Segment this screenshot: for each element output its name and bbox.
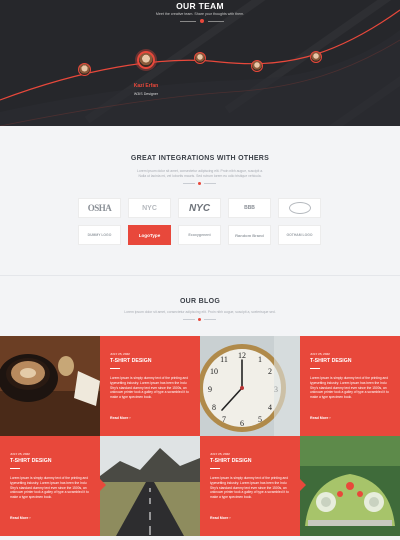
title-underline: [10, 468, 20, 469]
partner-logo-nyc[interactable]: NYC: [178, 198, 221, 218]
post-date: JULY 25, 2022: [110, 352, 130, 356]
arrow-right-icon: ›: [29, 516, 31, 520]
team-section: OUR TEAM Meet the creative team. Share y…: [0, 0, 400, 126]
section-divider: [183, 318, 216, 321]
section-separator: [0, 275, 400, 276]
partner-logo-osha[interactable]: OSHA: [78, 198, 121, 218]
team-subtitle: Meet the creative team. Share your thoug…: [155, 12, 245, 16]
partner-logo-random-brand[interactable]: Random Brand: [228, 225, 271, 245]
team-title: OUR TEAM: [176, 1, 224, 11]
partner-logo-dummy[interactable]: DUMMY LOGO: [78, 225, 121, 245]
partner-logo-seal[interactable]: [278, 198, 321, 218]
read-more-link[interactable]: Read More ›: [210, 516, 231, 520]
blog-image-road[interactable]: [100, 436, 200, 536]
card-pointer: [100, 479, 106, 491]
svg-text:9: 9: [208, 385, 212, 394]
team-member-avatar-active[interactable]: [137, 51, 155, 69]
post-title[interactable]: T-SHIRT DESIGN: [310, 358, 352, 364]
svg-text:4: 4: [268, 403, 272, 412]
seal-icon: [288, 202, 311, 214]
post-title[interactable]: T-SHIRT DESIGN: [210, 458, 252, 464]
title-underline: [310, 368, 320, 369]
post-excerpt: Lorem Ipsum is simply dummy text of the …: [10, 476, 89, 500]
svg-text:1: 1: [258, 355, 262, 364]
post-title[interactable]: T-SHIRT DESIGN: [10, 458, 52, 464]
blog-image-car[interactable]: [300, 436, 400, 536]
blog-post-card[interactable]: JULY 25, 2022 T-SHIRT DESIGN Lorem Ipsum…: [300, 336, 400, 436]
svg-text:7: 7: [222, 415, 226, 424]
svg-text:12: 12: [238, 351, 246, 360]
post-title[interactable]: T-SHIRT DESIGN: [110, 358, 152, 364]
member-name: Kazi Erfan: [133, 83, 159, 89]
post-excerpt: Lorem Ipsum is simply dummy text of the …: [110, 376, 189, 400]
blog-image-clock[interactable]: 12369 1245 781011: [200, 336, 300, 436]
svg-text:11: 11: [220, 355, 228, 364]
partner-logo-ecoxygenent[interactable]: Ecoxygenent: [178, 225, 221, 245]
blog-image-coffee[interactable]: [0, 336, 100, 436]
post-excerpt: Lorem Ipsum is simply dummy text of the …: [210, 476, 289, 500]
title-divider: [180, 19, 224, 23]
arrow-right-icon: ›: [129, 416, 131, 420]
blog-grid: JULY 25, 2022 T-SHIRT DESIGN Lorem Ipsum…: [0, 336, 400, 536]
partner-logo-nyc-outline[interactable]: NYC: [128, 198, 171, 218]
svg-text:8: 8: [212, 403, 216, 412]
title-underline: [110, 368, 120, 369]
team-member-avatar[interactable]: [194, 52, 206, 64]
member-role: W3IS Designer: [133, 92, 159, 96]
partner-logo-gotham[interactable]: GOTHAM LOGO: [278, 225, 321, 245]
svg-text:6: 6: [240, 419, 244, 428]
blog-post-card[interactable]: JULY 25, 2022 T-SHIRT DESIGN Lorem Ipsum…: [100, 336, 200, 436]
post-date: JULY 25, 2022: [10, 452, 30, 456]
blog-title: OUR BLOG: [179, 298, 221, 305]
section-divider: [183, 182, 216, 185]
read-more-link[interactable]: Read More ›: [10, 516, 31, 520]
team-member-avatar[interactable]: [78, 63, 91, 76]
integrations-title: GREAT INTEGRATIONS WITH OTHERS: [130, 155, 270, 162]
blog-post-card[interactable]: JULY 25, 2022 T-SHIRT DESIGN Lorem Ipsum…: [0, 436, 100, 536]
post-excerpt: Lorem Ipsum is simply dummy text of the …: [310, 376, 389, 400]
team-member-avatar[interactable]: [251, 60, 263, 72]
integrations-subtitle-line2: Nulla ut lacinia mi, vel lobortis mauris…: [138, 174, 262, 178]
arrow-right-icon: ›: [329, 416, 331, 420]
card-pointer: [300, 479, 306, 491]
title-underline: [210, 468, 220, 469]
partner-logo-bbb[interactable]: BBB: [228, 198, 271, 218]
team-member-avatar[interactable]: [310, 51, 322, 63]
read-more-link[interactable]: Read More ›: [110, 416, 131, 420]
blog-post-card[interactable]: JULY 25, 2022 T-SHIRT DESIGN Lorem Ipsum…: [200, 436, 300, 536]
read-more-link[interactable]: Read More ›: [310, 416, 331, 420]
post-date: JULY 25, 2022: [310, 352, 330, 356]
arrow-right-icon: ›: [229, 516, 231, 520]
blog-subtitle: Lorem ipsum dolor sit amet, consectetur …: [124, 310, 276, 314]
post-date: JULY 25, 2022: [210, 452, 230, 456]
partner-logo-logotype[interactable]: LogoType: [128, 225, 171, 245]
svg-text:2: 2: [268, 367, 272, 376]
svg-text:10: 10: [210, 367, 218, 376]
svg-text:5: 5: [258, 415, 262, 424]
